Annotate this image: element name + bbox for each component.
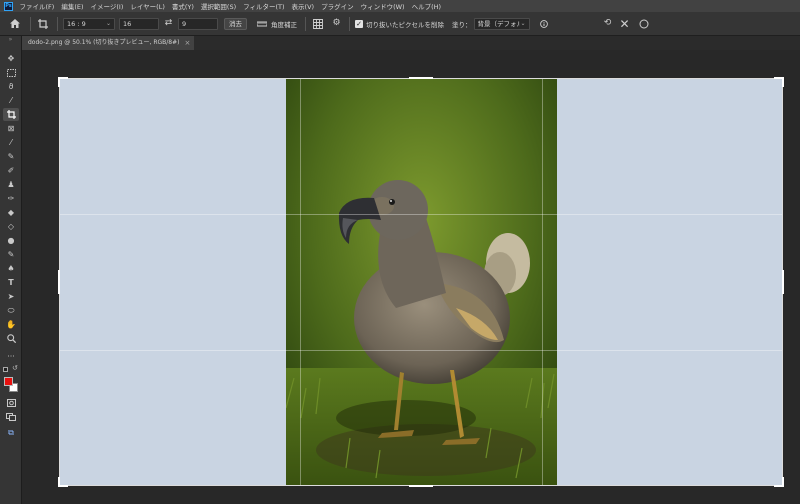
crop-preview[interactable] — [58, 77, 784, 487]
move-tool-icon[interactable]: ✥ — [3, 52, 19, 65]
fill-select[interactable]: 背景（デフォルト） ⌄ — [473, 17, 530, 30]
document-tab-bar: dodo-2.png @ 50.1% (切り抜きプレビュー, RGB/8#) × — [22, 36, 800, 50]
more-tools-icon[interactable]: ··· — [3, 350, 19, 363]
blur-tool-icon[interactable]: ● — [3, 234, 19, 247]
commit-crop-icon[interactable] — [637, 17, 650, 30]
crop-height-input[interactable]: 9 — [178, 17, 218, 30]
crop-tool-icon[interactable] — [3, 108, 19, 121]
info-icon[interactable] — [538, 17, 551, 30]
frame-tool-icon[interactable]: ⊠ — [3, 122, 19, 135]
lasso-tool-icon[interactable]: ϑ — [3, 80, 19, 93]
menu-file[interactable]: ファイル(F) — [16, 1, 58, 11]
menu-window[interactable]: ウィンドウ(W) — [357, 1, 408, 11]
menu-filter[interactable]: フィルター(T) — [240, 1, 288, 11]
close-icon[interactable]: × — [184, 36, 190, 50]
ellipse-tool-icon[interactable]: ⬭ — [3, 304, 19, 317]
grid-line-vertical-2 — [542, 78, 543, 486]
crop-handle-left[interactable] — [58, 270, 60, 294]
swap-colors-icon[interactable]: ↺ — [12, 364, 18, 372]
magic-wand-tool-icon[interactable]: ⁄ — [3, 94, 19, 107]
crop-height-value: 9 — [182, 19, 187, 28]
crop-handle-bottom-left-v[interactable] — [58, 477, 60, 487]
foreground-color-swatch[interactable] — [4, 377, 13, 386]
menu-view[interactable]: 表示(V) — [288, 1, 318, 11]
dodge-tool-icon[interactable]: ✎ — [3, 248, 19, 261]
menu-layer[interactable]: レイヤー(L) — [127, 1, 169, 11]
straighten-label[interactable]: 角度補正 — [271, 19, 297, 29]
menu-bar: Ps ファイル(F) 編集(E) イメージ(I) レイヤー(L) 書式(Y) 選… — [0, 0, 800, 12]
panel-grip-icon[interactable]: » — [0, 36, 21, 44]
brush-tool-icon[interactable]: ✐ — [3, 164, 19, 177]
crop-handle-top-left-v[interactable] — [58, 77, 60, 87]
crop-handle-top[interactable] — [409, 77, 433, 79]
ratio-preset-select[interactable]: 16 : 9 ⌄ — [63, 17, 115, 30]
document-tab-title: dodo-2.png @ 50.1% (切り抜きプレビュー, RGB/8#) — [28, 39, 180, 46]
menu-select[interactable]: 選択範囲(S) — [197, 1, 239, 11]
type-tool-icon[interactable]: T — [3, 276, 19, 289]
quick-mask-icon[interactable] — [3, 396, 19, 409]
crop-handle-bottom-right-v[interactable] — [782, 477, 784, 487]
options-bar: 16 : 9 ⌄ 16 ⇄ 9 消去 角度補正 ⚙ ✓ 切り抜いたピクセルを削除… — [0, 12, 800, 36]
clear-button[interactable]: 消去 — [224, 17, 247, 30]
checkmark-icon: ✓ — [355, 19, 363, 28]
crop-handle-right[interactable] — [782, 270, 784, 294]
gear-icon[interactable]: ⚙ — [330, 17, 343, 30]
default-colors-icon[interactable] — [3, 367, 8, 372]
crop-handle-bottom[interactable] — [409, 485, 433, 487]
ratio-preset-value: 16 : 9 — [67, 19, 86, 28]
path-selection-tool-icon[interactable]: ➤ — [3, 290, 19, 303]
crop-tool-preset-icon[interactable] — [36, 17, 49, 30]
hand-tool-icon[interactable]: ✋ — [3, 318, 19, 331]
grid-line-horizontal-1 — [59, 214, 783, 215]
canvas-area[interactable] — [22, 50, 800, 504]
screen-mode-icon[interactable] — [3, 410, 19, 423]
swap-dimensions-icon[interactable]: ⇄ — [162, 17, 175, 30]
fill-label: 塗り： — [452, 20, 472, 29]
delete-cropped-checkbox[interactable]: ✓ 切り抜いたピクセルを削除 — [355, 19, 444, 29]
crop-handle-top-right-v[interactable] — [782, 77, 784, 87]
marquee-tool-icon[interactable] — [3, 66, 19, 79]
straighten-icon[interactable] — [255, 17, 268, 30]
delete-cropped-label: 切り抜いたピクセルを削除 — [366, 20, 444, 29]
paint-bucket-tool-icon[interactable]: ◇ — [3, 220, 19, 233]
chevron-down-icon: ⌄ — [520, 19, 526, 27]
reset-icon[interactable]: ⟲ — [601, 17, 614, 30]
menu-plugins[interactable]: プラグイン — [318, 1, 358, 11]
menu-edit[interactable]: 編集(E) — [58, 1, 87, 11]
fill-value: 背景（デフォルト） — [477, 19, 521, 28]
photoshop-logo-icon: Ps — [4, 1, 13, 11]
crop-width-value: 16 — [123, 19, 132, 28]
history-brush-tool-icon[interactable]: ✑ — [3, 192, 19, 205]
healing-brush-tool-icon[interactable]: ✎ — [3, 150, 19, 163]
clone-stamp-tool-icon[interactable]: ♟ — [3, 178, 19, 191]
menu-type[interactable]: 書式(Y) — [168, 1, 197, 11]
cancel-crop-icon[interactable]: ✕ — [618, 17, 631, 30]
crop-width-input[interactable]: 16 — [119, 17, 159, 30]
tools-panel: » ✥ ϑ ⁄ ⊠ ⁄ ✎ ✐ ♟ ✑ ◆ ◇ ● ✎ ♠ T ➤ ⬭ ✋ ··… — [0, 36, 22, 504]
zoom-tool-icon[interactable] — [3, 332, 19, 345]
menu-help[interactable]: ヘルプ(H) — [408, 1, 444, 11]
dodo-photo — [286, 78, 557, 486]
eyedropper-tool-icon[interactable]: ⁄ — [3, 136, 19, 149]
document-tab[interactable]: dodo-2.png @ 50.1% (切り抜きプレビュー, RGB/8#) × — [22, 36, 195, 50]
grid-line-horizontal-2 — [59, 350, 783, 351]
chevron-down-icon: ⌄ — [105, 19, 111, 27]
grid-line-vertical-1 — [300, 78, 301, 486]
grid-overlay-icon[interactable] — [311, 17, 324, 30]
edit-toolbar-icon[interactable]: ⧉ — [3, 426, 19, 439]
home-icon[interactable] — [8, 17, 21, 30]
menu-image[interactable]: イメージ(I) — [87, 1, 127, 11]
pen-tool-icon[interactable]: ♠ — [3, 262, 19, 275]
eraser-tool-icon[interactable]: ◆ — [3, 206, 19, 219]
